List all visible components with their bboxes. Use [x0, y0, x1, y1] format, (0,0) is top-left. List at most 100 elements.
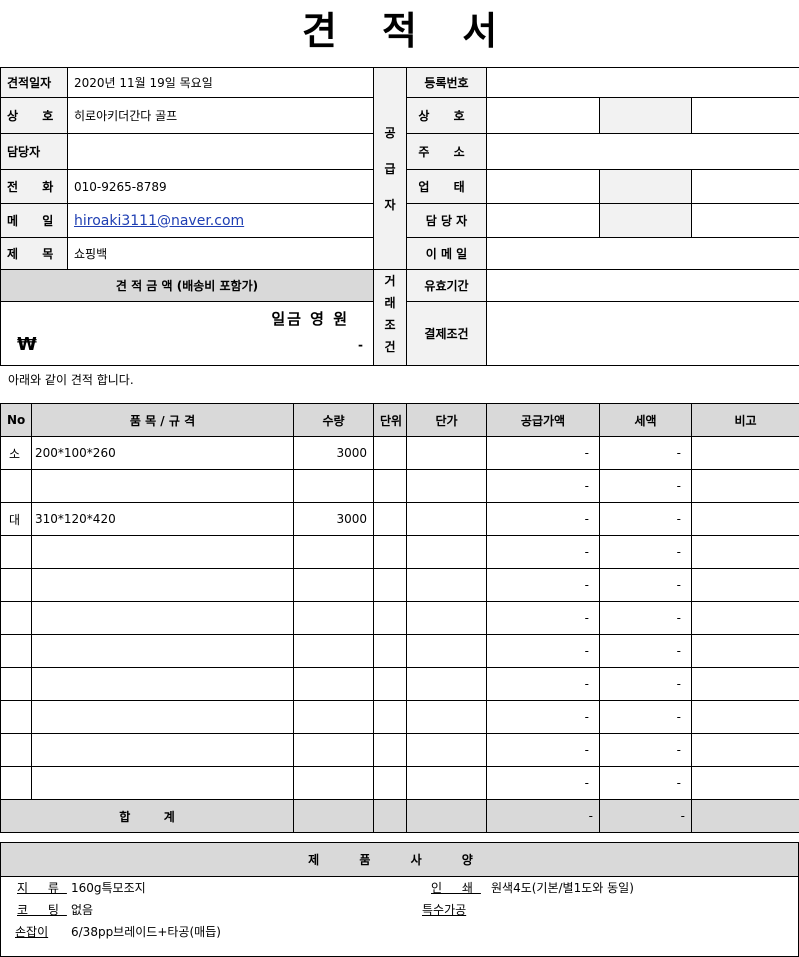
cell-qty[interactable]: 3000 [293, 436, 374, 470]
cell-tax[interactable]: - [599, 667, 692, 701]
cell-price[interactable] [406, 568, 487, 602]
cell-item[interactable] [31, 535, 294, 569]
cell-supply[interactable]: - [486, 667, 600, 701]
cell-item[interactable] [31, 601, 294, 635]
cell-qty[interactable] [293, 700, 374, 734]
cell-no[interactable] [0, 601, 32, 635]
date-value[interactable]: 2020년 11월 19일 목요일 [67, 67, 374, 98]
cell-note[interactable] [691, 535, 799, 569]
cell-no[interactable]: 대 [0, 502, 32, 536]
cell-note[interactable] [691, 502, 799, 536]
cell-tax[interactable]: - [599, 733, 692, 767]
cell-note[interactable] [691, 469, 799, 503]
cell-item[interactable]: 310*120*420 [31, 502, 294, 536]
cell-price[interactable] [406, 733, 487, 767]
cell-no[interactable] [0, 568, 32, 602]
cell-item[interactable]: 200*100*260 [31, 436, 294, 470]
cell-item[interactable] [31, 766, 294, 800]
cell-unit[interactable] [373, 436, 407, 470]
cell-tax[interactable]: - [599, 568, 692, 602]
cell-qty[interactable] [293, 667, 374, 701]
supplier-address-value[interactable] [485, 133, 799, 170]
cell-item[interactable] [31, 568, 294, 602]
cell-note[interactable] [691, 700, 799, 734]
cell-unit[interactable] [373, 469, 407, 503]
client-email-link[interactable]: hiroaki3111@naver.com [74, 213, 244, 229]
cell-qty[interactable]: 3000 [293, 502, 374, 536]
cell-unit[interactable] [373, 601, 407, 635]
supplier-business-value[interactable] [486, 169, 600, 204]
client-phone-value[interactable]: 010-9265-8789 [67, 169, 374, 204]
cell-price[interactable] [406, 436, 487, 470]
subject-value[interactable]: 쇼핑백 [67, 237, 374, 270]
cell-qty[interactable] [293, 601, 374, 635]
cell-no[interactable]: 소 [0, 436, 32, 470]
supplier-manager-value[interactable] [486, 203, 600, 238]
cell-qty[interactable] [293, 733, 374, 767]
cell-no[interactable] [0, 634, 32, 668]
supplier-company-extra[interactable] [599, 97, 692, 134]
payment-value[interactable] [485, 301, 799, 366]
cell-qty[interactable] [293, 535, 374, 569]
cell-unit[interactable] [373, 667, 407, 701]
cell-supply[interactable]: - [486, 502, 600, 536]
cell-item[interactable] [31, 667, 294, 701]
cell-unit[interactable] [373, 502, 407, 536]
cell-supply[interactable]: - [486, 733, 600, 767]
validity-value[interactable] [485, 269, 799, 302]
cell-qty[interactable] [293, 568, 374, 602]
cell-supply[interactable]: - [486, 436, 600, 470]
cell-note[interactable] [691, 601, 799, 635]
cell-supply[interactable]: - [486, 568, 600, 602]
cell-price[interactable] [406, 502, 487, 536]
cell-unit[interactable] [373, 733, 407, 767]
cell-qty[interactable] [293, 634, 374, 668]
cell-supply[interactable]: - [486, 601, 600, 635]
supplier-email-value[interactable] [485, 237, 799, 270]
cell-price[interactable] [406, 700, 487, 734]
cell-tax[interactable]: - [599, 502, 692, 536]
cell-tax[interactable]: - [599, 700, 692, 734]
cell-note[interactable] [691, 436, 799, 470]
cell-note[interactable] [691, 766, 799, 800]
cell-item[interactable] [31, 469, 294, 503]
cell-price[interactable] [406, 535, 487, 569]
cell-note[interactable] [691, 634, 799, 668]
client-manager-value[interactable] [67, 133, 374, 170]
cell-tax[interactable]: - [599, 535, 692, 569]
cell-no[interactable] [0, 667, 32, 701]
cell-unit[interactable] [373, 766, 407, 800]
supplier-manager-extra2[interactable] [690, 203, 799, 238]
cell-no[interactable] [0, 469, 32, 503]
cell-item[interactable] [31, 634, 294, 668]
cell-price[interactable] [406, 601, 487, 635]
cell-supply[interactable]: - [486, 766, 600, 800]
cell-tax[interactable]: - [599, 469, 692, 503]
cell-note[interactable] [691, 667, 799, 701]
client-email-value[interactable]: hiroaki3111@naver.com [67, 203, 374, 238]
cell-tax[interactable]: - [599, 601, 692, 635]
cell-qty[interactable] [293, 469, 374, 503]
client-company-value[interactable]: 히로아키더간다 골프 [67, 97, 374, 134]
cell-note[interactable] [691, 568, 799, 602]
cell-tax[interactable]: - [599, 436, 692, 470]
cell-price[interactable] [406, 766, 487, 800]
cell-unit[interactable] [373, 700, 407, 734]
cell-no[interactable] [0, 733, 32, 767]
cell-no[interactable] [0, 766, 32, 800]
cell-unit[interactable] [373, 634, 407, 668]
cell-item[interactable] [31, 733, 294, 767]
cell-qty[interactable] [293, 766, 374, 800]
cell-item[interactable] [31, 700, 294, 734]
reg-number-value[interactable] [485, 67, 799, 98]
supplier-business-extra[interactable] [599, 169, 692, 204]
cell-supply[interactable]: - [486, 634, 600, 668]
supplier-company-value[interactable] [486, 97, 600, 134]
supplier-manager-extra[interactable] [599, 203, 692, 238]
supplier-business-extra2[interactable] [690, 169, 799, 204]
cell-price[interactable] [406, 634, 487, 668]
cell-price[interactable] [406, 667, 487, 701]
cell-price[interactable] [406, 469, 487, 503]
supplier-seal-cell[interactable] [690, 97, 799, 134]
cell-supply[interactable]: - [486, 700, 600, 734]
